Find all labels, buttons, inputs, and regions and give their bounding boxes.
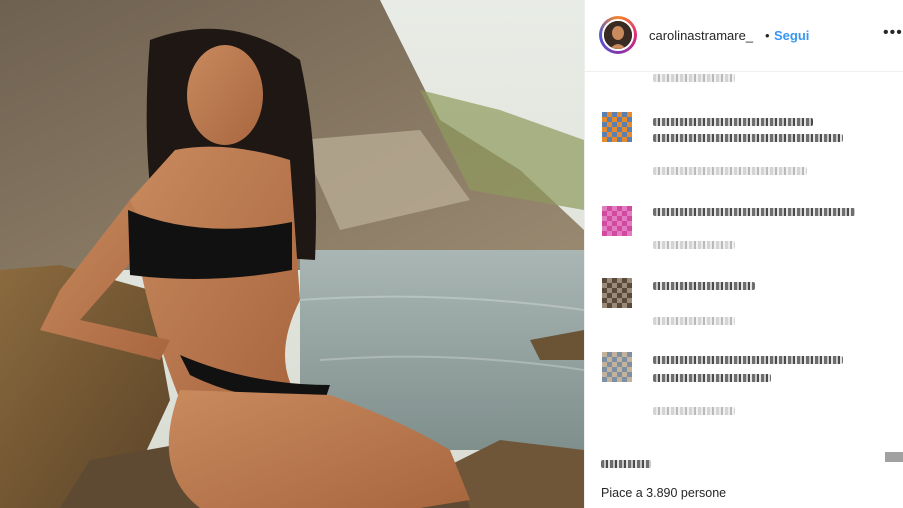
beach-photo-image bbox=[0, 0, 584, 508]
action-icons-blurred[interactable] bbox=[601, 452, 651, 476]
more-options-icon[interactable]: ••• bbox=[883, 24, 903, 42]
comment-text-blurred bbox=[653, 374, 771, 382]
comment-meta-blurred bbox=[653, 167, 807, 175]
post-side-panel: carolinastramare_ • Segui ••• Piace a 3.… bbox=[584, 0, 903, 508]
action-icons-pixelated bbox=[601, 460, 651, 468]
comment-text-blurred bbox=[653, 118, 813, 126]
comment-avatar[interactable] bbox=[602, 278, 632, 308]
comment-meta-blurred bbox=[653, 74, 735, 82]
post-actions-footer: Piace a 3.890 persone bbox=[585, 442, 903, 508]
comment-text-blurred bbox=[653, 356, 843, 364]
likes-count[interactable]: Piace a 3.890 persone bbox=[601, 486, 726, 500]
comment-meta-blurred bbox=[653, 407, 735, 415]
avatar-image bbox=[604, 21, 632, 49]
username-link[interactable]: carolinastramare_ bbox=[649, 28, 753, 43]
comment-meta-blurred bbox=[653, 241, 735, 249]
avatar-story-ring[interactable] bbox=[599, 16, 637, 54]
comment-avatar[interactable] bbox=[602, 352, 632, 382]
comments-list[interactable] bbox=[585, 72, 903, 442]
comment-avatar[interactable] bbox=[602, 206, 632, 236]
comment-text-blurred bbox=[653, 134, 843, 142]
separator-dot: • bbox=[765, 28, 770, 43]
post-header: carolinastramare_ • Segui ••• bbox=[585, 0, 903, 72]
follow-button[interactable]: Segui bbox=[774, 28, 809, 43]
comment-avatar[interactable] bbox=[602, 112, 632, 142]
avatar[interactable] bbox=[602, 19, 634, 51]
post-photo[interactable] bbox=[0, 0, 584, 508]
comment-meta-blurred bbox=[653, 317, 735, 325]
save-icon[interactable] bbox=[885, 452, 903, 462]
comment-text-blurred bbox=[653, 282, 755, 290]
comment-text-blurred bbox=[653, 208, 855, 216]
